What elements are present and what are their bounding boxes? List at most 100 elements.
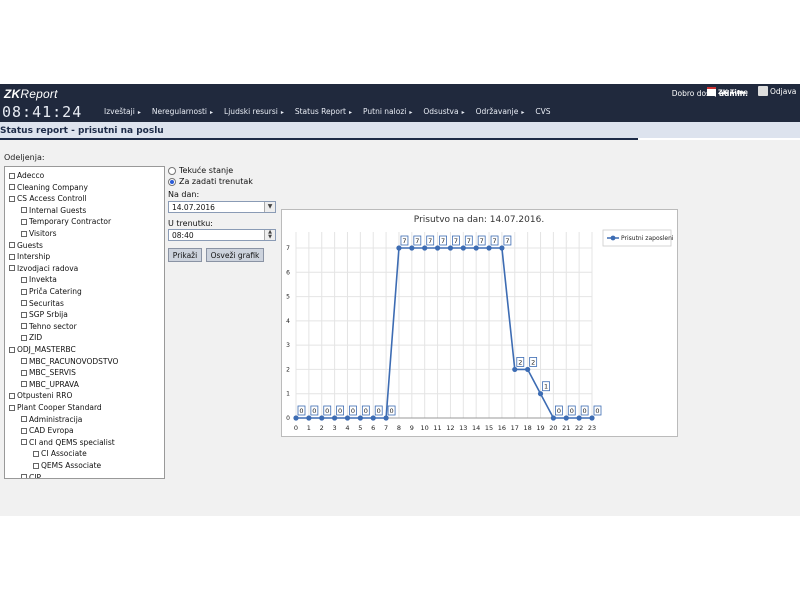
departments-tree[interactable]: Adecco Cleaning Company CS Access Controll… [4,166,165,479]
nav-item-odrzavanje[interactable]: Održavanje ▸ [476,107,525,116]
tree-item[interactable]: MBC_UPRAVA [21,380,79,389]
data-point [460,245,466,251]
checkbox[interactable] [21,288,27,295]
checkbox[interactable] [21,474,27,478]
date-field[interactable]: 14.07.2016 ▼ [168,201,276,213]
tree-item[interactable]: Adecco [9,171,44,180]
checkbox[interactable] [21,207,27,214]
nav-item-putni-nalozi[interactable]: Putni nalozi ▸ [363,107,412,116]
tree-item[interactable]: Cleaning Company [9,183,88,192]
nav-item-neregularnosti[interactable]: Neregularnosti ▸ [152,107,213,116]
tree-item[interactable]: Intership [9,252,50,261]
data-label: 0 [583,407,587,415]
tree-item[interactable]: ODJ_MASTERBC [9,345,76,354]
tree-item[interactable]: Securitas [21,299,64,308]
refresh-chart-button[interactable]: Osveži grafik [206,248,264,262]
radio-given-moment[interactable]: Za zadati trenutak [168,177,253,186]
chevron-right-icon: ▸ [521,109,525,116]
tree-item[interactable]: Administracija [21,415,82,424]
tree-item[interactable]: Izvodjaci radova [9,264,78,273]
time-field[interactable]: 08:40 ▲ ▼ [168,229,276,241]
checkbox[interactable] [21,311,27,318]
data-point [525,366,531,373]
spinner-icon[interactable]: ▲ ▼ [264,230,275,240]
tree-item[interactable]: ZID [21,333,42,342]
departments-label: Odeljenja: [4,153,45,162]
tree-item-label: Plant Cooper Standard [17,403,102,412]
tree-item[interactable]: MBC_SERVIS [21,368,76,377]
tree-item-label: Otpusteni RRO [17,391,73,401]
data-label: 0 [390,407,394,415]
logout-link[interactable]: Odjava [758,86,796,96]
checkbox[interactable] [21,358,27,365]
tree-item[interactable]: Temporary Contractor [21,217,111,226]
tree-item[interactable]: Tehno sector [21,322,77,331]
data-point [319,415,325,421]
checkbox[interactable] [9,184,15,191]
checkbox[interactable] [21,416,27,423]
user-icon [758,86,768,96]
checkbox[interactable] [33,462,39,469]
tree-item[interactable]: QEMS Associate [33,461,101,470]
checkbox[interactable] [9,195,15,202]
checkbox[interactable] [21,439,27,446]
chevron-right-icon: ▸ [137,109,141,116]
radio-current-state[interactable]: Tekuće stanje [168,166,253,175]
tree-item[interactable]: CIP [21,473,41,478]
chevron-down-icon[interactable]: ▼ [264,202,275,212]
tree-item[interactable]: MBC_RACUNOVODSTVO [21,357,118,366]
tree-item-label: Administracija [29,414,83,424]
zk-time-link[interactable]: ZK Time [707,87,748,96]
show-button[interactable]: Prikaži [168,248,202,262]
nav-item-cvs[interactable]: CVS [535,107,550,116]
checkbox[interactable] [21,218,27,225]
x-tick-label: 23 [588,424,596,432]
tree-item[interactable]: CS Access Controll [9,194,87,203]
checkbox[interactable] [21,276,27,283]
checkbox[interactable] [9,404,15,411]
data-label: 2 [518,358,522,366]
tree-item-label: Izvodjaci radova [17,263,79,273]
tree-item[interactable]: Plant Cooper Standard [9,403,102,412]
data-point [383,415,389,421]
checkbox[interactable] [9,265,15,272]
nav-item-status-report[interactable]: Status Report ▸ [295,107,352,116]
y-tick-label: 6 [286,269,290,276]
tree-item-label: Cleaning Company [17,182,88,192]
legend-marker [610,235,616,241]
data-label: 0 [377,407,381,415]
tree-item[interactable]: Internal Guests [21,206,86,215]
date-label: Na dan: [168,190,200,199]
checkbox[interactable] [21,230,27,237]
checkbox[interactable] [21,427,27,434]
nav-item-izvestaji[interactable]: Izveštaji ▸ [104,107,141,116]
data-point [357,415,363,421]
checkbox[interactable] [33,450,39,457]
checkbox[interactable] [9,172,15,179]
checkbox[interactable] [21,323,27,330]
data-point [306,415,312,421]
tree-item[interactable]: Guests [9,241,43,250]
nav-item-ljudski-resursi[interactable]: Ljudski resursi ▸ [224,107,284,116]
data-point [537,391,544,397]
tree-item[interactable]: CI and QEMS specialist [21,438,115,447]
tree-item[interactable]: Visitors [21,229,57,238]
checkbox[interactable] [21,381,27,388]
chevron-right-icon: ▸ [461,109,465,116]
checkbox[interactable] [9,346,15,353]
data-point [293,415,299,421]
checkbox[interactable] [21,300,27,307]
nav-item-odsustva[interactable]: Odsustva ▸ [423,107,464,116]
tree-item[interactable]: Invekta [21,275,57,284]
checkbox[interactable] [21,334,27,341]
checkbox[interactable] [21,369,27,376]
tree-item[interactable]: Priča Catering [21,287,82,296]
checkbox[interactable] [9,242,15,249]
tree-item[interactable]: CI Associate [33,449,87,458]
tree-item[interactable]: SGP Srbija [21,310,68,319]
checkbox[interactable] [9,392,15,399]
tree-item[interactable]: Otpusteni RRO [9,391,72,400]
mode-options: Tekuće stanje Za zadati trenutak [168,166,253,188]
checkbox[interactable] [9,253,15,260]
tree-item[interactable]: CAD Evropa [21,426,74,435]
